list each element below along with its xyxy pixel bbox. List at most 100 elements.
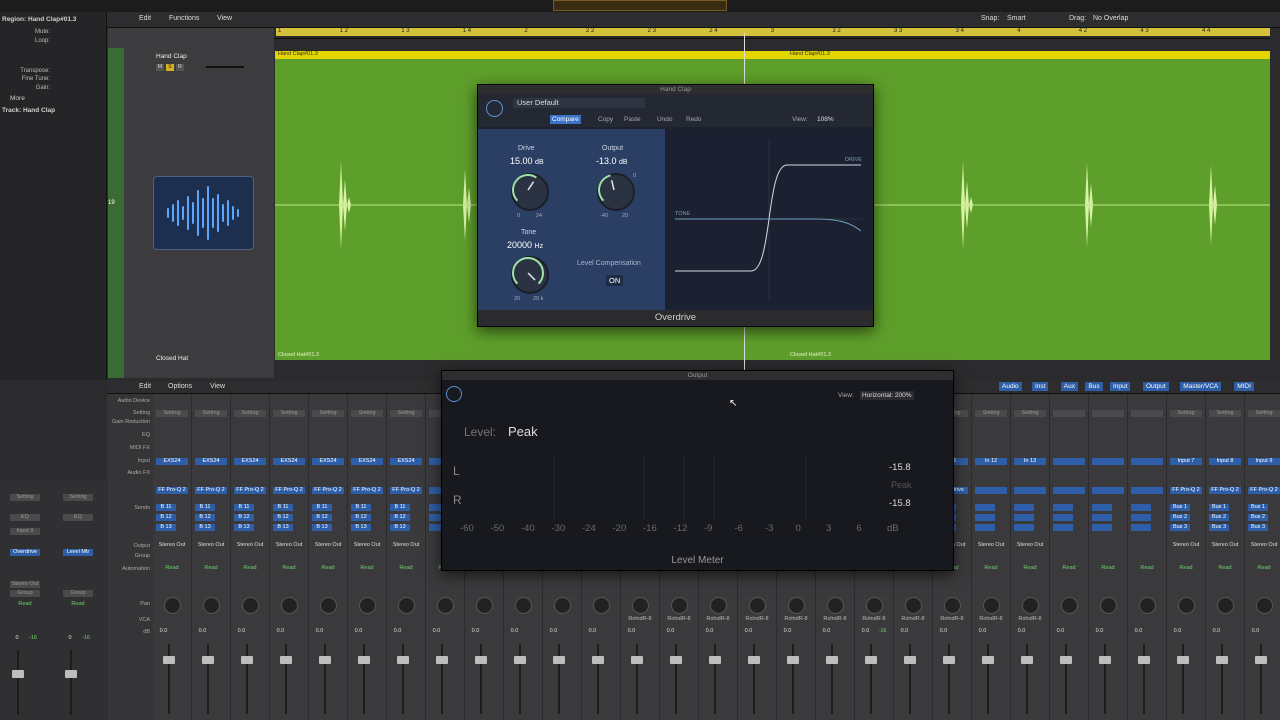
volume-fader[interactable] [1177, 656, 1189, 664]
undo-button[interactable]: Undo [655, 115, 675, 124]
volume-fader[interactable] [631, 656, 643, 664]
send-slot[interactable]: Bus 2 [1170, 514, 1190, 521]
pan-knob[interactable] [1061, 597, 1078, 614]
automation-mode[interactable]: Read [1248, 565, 1280, 572]
automation-mode[interactable]: Read [1131, 565, 1163, 572]
input-slot[interactable]: Input 9 [10, 528, 40, 535]
audio-fx-slot[interactable]: FF Pro-Q 2 [1209, 487, 1241, 494]
audio-fx-slot[interactable]: FF Pro-Q 2 [1248, 487, 1280, 494]
eq-slot-2[interactable]: EQ [63, 514, 93, 521]
pan-knob[interactable] [1178, 597, 1195, 614]
automation-mode[interactable]: Read [273, 565, 305, 572]
level-mode-select[interactable]: Peak [508, 424, 538, 439]
input-slot[interactable]: Input 7 [1170, 458, 1202, 465]
setting-slot[interactable] [1053, 410, 1085, 417]
send-slot[interactable]: B 13 [234, 524, 254, 531]
automation-mode[interactable]: Read [390, 565, 422, 572]
pan-knob[interactable] [710, 597, 727, 614]
send-slot[interactable]: Bus 1 [1248, 504, 1268, 511]
track-name-closed-hat[interactable]: Closed Hat [156, 355, 188, 362]
more-toggle[interactable]: More [10, 95, 25, 102]
compare-button[interactable]: Compare [550, 115, 581, 124]
volume-fader[interactable] [163, 656, 175, 664]
output-slot[interactable]: Stereo Out [351, 542, 383, 549]
automation-mode[interactable]: Read [156, 565, 188, 572]
output-slot[interactable] [1053, 542, 1085, 549]
volume-fader[interactable] [202, 656, 214, 664]
output-slot[interactable]: Stereo Out [156, 542, 188, 549]
overdrive-slot[interactable]: Overdrive [10, 549, 40, 556]
send-slot[interactable]: B 11 [234, 504, 254, 511]
region-header[interactable]: Hand Clap#01.3 Hand Clap#01.3 [275, 51, 1270, 59]
vca-slot[interactable]: RolndR-8 [663, 616, 695, 623]
send-slot[interactable]: B 12 [351, 514, 371, 521]
pan-knob[interactable] [944, 597, 961, 614]
send-slot[interactable] [1092, 514, 1112, 521]
audio-fx-slot[interactable] [1092, 487, 1124, 494]
cycle-area[interactable]: 1 1 2 1 3 1 4 2 2 2 2 3 2 4 3 3 2 3 3 3 4 4 4 2 4 3 4 4 [276, 28, 1270, 36]
volume-fader[interactable] [1216, 656, 1228, 664]
send-slot[interactable] [1053, 504, 1073, 511]
pan-knob[interactable] [905, 597, 922, 614]
lcd-display[interactable] [553, 0, 727, 11]
send-slot[interactable]: Bus 3 [1170, 524, 1190, 531]
pan-knob[interactable] [983, 597, 1000, 614]
pan-knob[interactable] [320, 597, 337, 614]
filter-audio[interactable]: Audio [999, 382, 1022, 391]
send-slot[interactable]: B 11 [273, 504, 293, 511]
volume-fader[interactable] [241, 656, 253, 664]
automation-mode[interactable]: Read [351, 565, 383, 572]
vca-slot[interactable]: RolndR-8 [819, 616, 851, 623]
vca-slot[interactable]: RolndR-8 [858, 616, 890, 623]
audio-fx-slot[interactable] [1131, 487, 1163, 494]
power-icon[interactable] [486, 100, 503, 117]
pan-knob[interactable] [437, 597, 454, 614]
send-slot[interactable]: B 11 [351, 504, 371, 511]
automation-mode[interactable]: Read [975, 565, 1007, 572]
pan-knob[interactable] [515, 597, 532, 614]
vca-slot[interactable]: RolndR-8 [975, 616, 1007, 623]
send-slot[interactable] [975, 514, 995, 521]
setting-slot[interactable]: Setting [195, 410, 227, 417]
input-slot[interactable]: In 12 [975, 458, 1007, 465]
volume-fader[interactable] [553, 656, 565, 664]
mixer-view-menu[interactable]: View [210, 383, 225, 390]
automation-mode[interactable]: Read [1092, 565, 1124, 572]
edit-menu[interactable]: Edit [139, 15, 151, 22]
send-slot[interactable]: B 13 [273, 524, 293, 531]
output-slot[interactable]: Stereo Out [312, 542, 344, 549]
pan-knob[interactable] [1022, 597, 1039, 614]
pan-knob[interactable] [632, 597, 649, 614]
pan-knob[interactable] [749, 597, 766, 614]
pan-knob[interactable] [398, 597, 415, 614]
input-slot[interactable] [1053, 458, 1085, 465]
pan-knob[interactable] [866, 597, 883, 614]
send-slot[interactable] [1131, 524, 1151, 531]
automation-mode[interactable]: Read [1170, 565, 1202, 572]
output-slot[interactable]: Stereo Out [1170, 542, 1202, 549]
send-slot[interactable]: Bus 2 [1248, 514, 1268, 521]
setting-slot[interactable]: Setting [1248, 410, 1280, 417]
send-slot[interactable]: B 12 [312, 514, 332, 521]
setting-slot[interactable] [1131, 410, 1163, 417]
pan-knob[interactable] [1100, 597, 1117, 614]
snap-select[interactable]: Smart [1007, 15, 1026, 22]
send-slot[interactable]: B 11 [390, 504, 410, 511]
view-menu[interactable]: View [217, 15, 232, 22]
send-slot[interactable]: B 12 [156, 514, 176, 521]
setting-slot[interactable]: Setting [1014, 410, 1046, 417]
automation-mode[interactable]: Read [1014, 565, 1046, 572]
pan-knob[interactable] [671, 597, 688, 614]
audio-fx-slot[interactable]: FF Pro-Q 2 [1170, 487, 1202, 494]
automation-mode[interactable]: Read [234, 565, 266, 572]
pan-knob[interactable] [788, 597, 805, 614]
setting-slot[interactable] [1092, 410, 1124, 417]
setting-slot[interactable]: Setting [975, 410, 1007, 417]
filter-aux[interactable]: Aux [1060, 382, 1078, 391]
filter-master-vca[interactable]: Master/VCA [1180, 382, 1222, 391]
track-name-hand-clap[interactable]: Hand Clap [156, 53, 187, 60]
pan-knob[interactable] [1139, 597, 1156, 614]
view-select[interactable]: 108% [815, 115, 836, 124]
pan-knob[interactable] [242, 597, 259, 614]
input-slot[interactable]: EXS24 [390, 458, 422, 465]
